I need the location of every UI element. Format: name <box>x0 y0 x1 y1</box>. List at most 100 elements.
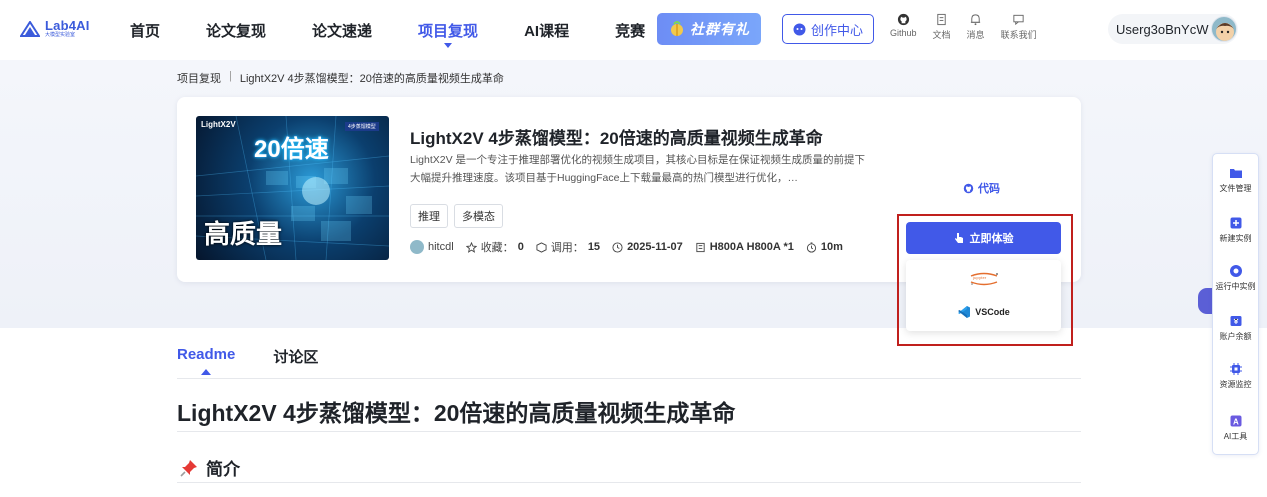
main-nav: 首页 论文复现 论文速递 项目复现 AI课程 竞赛 <box>130 20 691 48</box>
duration-value: 10m <box>820 241 843 253</box>
breadcrumb: 项目复现 | LightX2V 4步蒸馏模型：20倍速的高质量视频生成革命 <box>177 70 504 86</box>
side-running-instances[interactable]: 运行中实例 <box>1213 264 1258 292</box>
side-new-instance[interactable]: 新建实例 <box>1213 216 1258 244</box>
nav-paper-reproduction[interactable]: 论文复现 <box>206 20 266 41</box>
cover-tag: 4步蒸馏模型 <box>345 122 379 131</box>
balance-icon <box>1230 316 1241 326</box>
environment-dropdown: jupyter VSCode <box>906 260 1061 331</box>
cover-quality-text: 高质量 <box>204 219 283 249</box>
top-navbar: Lab4AI 大模型实验室 首页 论文复现 论文速递 项目复现 AI课程 竞赛 … <box>0 0 1267 60</box>
side-panel: 文件管理 新建实例 运行中实例 账户余额 资源监控 A AI工具 <box>1212 153 1259 455</box>
running-instance-icon <box>1229 265 1242 277</box>
nav-ai-courses[interactable]: AI课程 <box>524 20 569 41</box>
tab-readme-label: Readme <box>177 346 236 363</box>
section-heading: 简介 <box>180 455 240 480</box>
chat-icon <box>1013 14 1024 26</box>
code-link-label: 代码 <box>978 183 1000 195</box>
cover-brand: LightX2V <box>201 120 236 129</box>
docs-link[interactable]: 文档 <box>933 13 951 41</box>
jupyter-option[interactable]: jupyter <box>906 269 1061 289</box>
contact-label: 联系我们 <box>1000 30 1037 40</box>
side-ai-tools-label: AI工具 <box>1223 432 1248 441</box>
gift-icon <box>671 21 683 36</box>
vscode-icon <box>958 306 971 318</box>
author-avatar <box>410 240 424 254</box>
star-icon <box>465 241 477 253</box>
add-instance-icon <box>1230 217 1241 229</box>
logo-subtitle: 大模型实验室 <box>45 32 76 38</box>
github-link[interactable]: Github <box>890 13 917 41</box>
tab-readme[interactable]: Readme <box>177 346 236 375</box>
code-link[interactable]: 代码 <box>963 180 1000 196</box>
pointer-icon <box>954 233 963 243</box>
github-icon <box>897 13 909 26</box>
docs-label: 文档 <box>932 30 951 40</box>
date: 2025-11-07 <box>612 241 683 253</box>
side-file-manager[interactable]: 文件管理 <box>1213 166 1258 194</box>
chip-icon <box>1229 363 1242 375</box>
duration: 10m <box>806 241 843 253</box>
cube-icon <box>536 241 547 253</box>
side-file-manager-label: 文件管理 <box>1219 184 1252 193</box>
side-account-balance-label: 账户余额 <box>1219 332 1252 341</box>
contact-link[interactable]: 联系我们 <box>1001 13 1037 41</box>
bell-icon <box>970 14 981 26</box>
date-value: 2025-11-07 <box>627 241 683 253</box>
breadcrumb-parent[interactable]: 项目复现 <box>177 70 221 86</box>
side-ai-tools[interactable]: A AI工具 <box>1213 414 1258 442</box>
nav-home[interactable]: 首页 <box>130 20 160 41</box>
avatar[interactable] <box>1211 16 1237 42</box>
nav-project-reproduction-label: 项目复现 <box>418 23 479 40</box>
logo[interactable]: Lab4AI 大模型实验室 <box>20 19 90 38</box>
hardware-value: H800A H800A *1 <box>709 241 794 253</box>
create-center-button[interactable]: 创作中心 <box>782 14 874 44</box>
breadcrumb-separator: | <box>229 70 232 82</box>
tag-multimodal[interactable]: 多模态 <box>454 204 503 228</box>
side-new-instance-label: 新建实例 <box>1219 234 1252 243</box>
favorites-label: 收藏： <box>480 242 514 254</box>
project-tags: 推理 多模态 <box>410 204 503 228</box>
community-promo-banner[interactable]: 社群有礼 <box>657 13 761 45</box>
side-account-balance[interactable]: 账户余额 <box>1213 314 1258 342</box>
messages-link[interactable]: 消息 <box>967 13 985 41</box>
nav-project-reproduction[interactable]: 项目复现 <box>418 20 479 48</box>
github-label: Github <box>890 28 917 38</box>
hardware: H800A H800A *1 <box>695 241 794 253</box>
nav-paper-express[interactable]: 论文速递 <box>312 20 372 41</box>
active-indicator <box>444 43 453 48</box>
tag-inference[interactable]: 推理 <box>410 204 448 228</box>
svg-text:A: A <box>1233 418 1239 427</box>
project-title: LightX2V 4步蒸馏模型：20倍速的高质量视频生成革命 <box>410 129 823 148</box>
tab-discussion[interactable]: 讨论区 <box>273 346 318 367</box>
project-description: LightX2V 是一个专注于推理部署优化的视频生成项目，其核心目标是在保证视频… <box>410 154 866 184</box>
calls-label: 调用： <box>550 242 584 254</box>
nav-competition[interactable]: 竞赛 <box>615 20 645 41</box>
project-meta: hitcdl 收藏： 0 调用： 15 2025-11-07 H800A H800A… <box>410 239 855 255</box>
cover-speed-text: 20倍速 <box>254 136 329 163</box>
vscode-label: VSCode <box>975 307 1010 317</box>
favorites-count: 0 <box>517 241 524 253</box>
favorites[interactable]: 收藏： 0 <box>465 239 524 255</box>
calls: 调用： 15 <box>536 239 600 255</box>
clock-icon <box>612 241 623 253</box>
author[interactable]: hitcdl <box>410 240 454 254</box>
breadcrumb-current: LightX2V 4步蒸馏模型：20倍速的高质量视频生成革命 <box>239 73 504 85</box>
content-tabs: Readme 讨论区 <box>177 346 318 375</box>
logo-name: Lab4AI <box>45 18 90 33</box>
try-now-button[interactable]: 立即体验 <box>906 222 1061 254</box>
section-heading-label: 简介 <box>206 460 240 479</box>
ai-tool-icon: A <box>1230 415 1241 427</box>
folder-icon <box>1229 169 1242 178</box>
github-icon <box>963 183 974 193</box>
side-resource-monitor[interactable]: 资源监控 <box>1213 362 1258 390</box>
promo-label: 社群有礼 <box>690 22 750 38</box>
jupyter-label: jupyter <box>973 275 987 280</box>
title-divider <box>177 431 1081 432</box>
pushpin-icon <box>180 459 197 477</box>
active-tab-indicator <box>201 369 212 375</box>
vscode-option[interactable]: VSCode <box>906 302 1061 322</box>
calls-count: 15 <box>587 241 601 253</box>
gpu-icon <box>696 242 705 252</box>
side-resource-monitor-label: 资源监控 <box>1219 380 1252 389</box>
readme-title: LightX2V 4步蒸馏模型：20倍速的高质量视频生成革命 <box>177 400 736 426</box>
